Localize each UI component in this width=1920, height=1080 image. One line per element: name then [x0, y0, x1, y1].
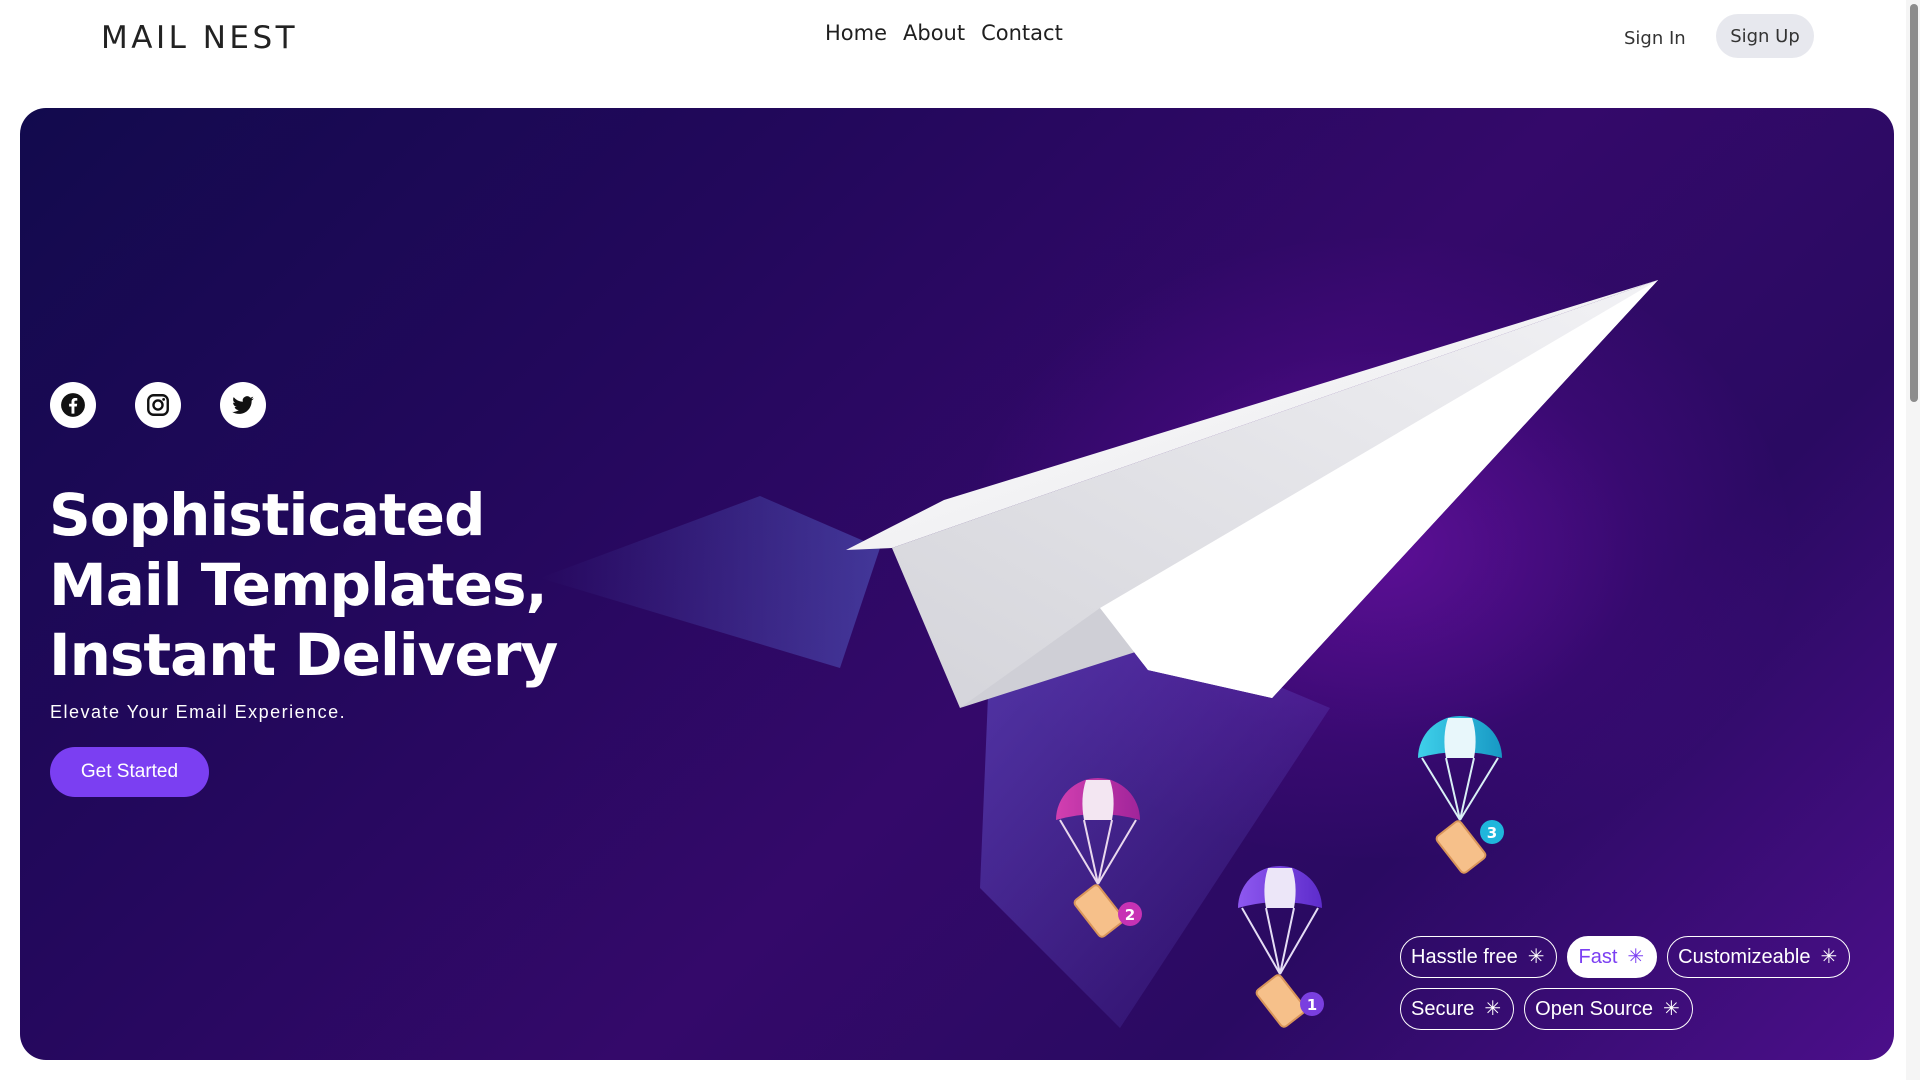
feature-tags: Hasstle free ✳ Fast ✳ Customizeable ✳ Se… [1400, 936, 1870, 1040]
parachute-icon [1418, 716, 1504, 874]
tag-customizeable[interactable]: Customizeable ✳ [1667, 936, 1851, 978]
social-links [50, 382, 266, 428]
hero-subtitle: Elevate Your Email Experience. [50, 702, 347, 722]
paper-plane-icon [846, 280, 1658, 708]
nav-contact[interactable]: Contact [981, 21, 1063, 45]
badge-1: 1 [1307, 996, 1317, 1014]
asterisk-icon: ✳ [1484, 998, 1502, 1020]
headline-line: Mail Templates, [49, 551, 548, 619]
logo[interactable]: MAIL NEST [101, 20, 298, 56]
instagram-icon [147, 394, 169, 416]
main-nav: Home About Contact [825, 21, 1063, 45]
site-header: MAIL NEST Home About Contact Sign In Sig… [0, 0, 1920, 106]
tag-row: Hasstle free ✳ Fast ✳ Customizeable ✳ [1400, 936, 1870, 978]
nav-home[interactable]: Home [825, 21, 887, 45]
asterisk-icon: ✳ [1663, 998, 1680, 1020]
tag-hasstle-free[interactable]: Hasstle free ✳ [1400, 936, 1558, 978]
tag-label: Hasstle free [1411, 945, 1518, 968]
headline-line: Instant Delivery [49, 621, 558, 689]
scrollbar-thumb[interactable] [1910, 4, 1918, 402]
tag-fast[interactable]: Fast ✳ [1567, 936, 1658, 978]
tag-label: Secure [1411, 997, 1475, 1020]
hero-headline: Sophisticated Mail Templates, Instant De… [49, 480, 669, 690]
sign-in-button[interactable]: Sign In [1600, 20, 1710, 58]
hero-section: 2 1 3 Sophisticated Mail Templates, Inst… [20, 108, 1894, 1060]
instagram-link[interactable] [135, 382, 181, 428]
page-scrollbar[interactable] [1906, 0, 1920, 1080]
tag-row: Secure ✳ Open Source ✳ [1400, 988, 1870, 1030]
asterisk-icon: ✳ [1820, 946, 1838, 968]
badge-3: 3 [1487, 824, 1497, 842]
tag-secure[interactable]: Secure ✳ [1400, 988, 1515, 1030]
asterisk-icon: ✳ [1527, 946, 1545, 968]
tag-label: Fast [1578, 945, 1618, 968]
nav-about[interactable]: About [903, 21, 965, 45]
twitter-icon [232, 396, 254, 414]
sign-up-button[interactable]: Sign Up [1716, 14, 1814, 58]
twitter-link[interactable] [220, 382, 266, 428]
facebook-icon [61, 393, 85, 417]
tag-label: Customizeable [1678, 945, 1811, 968]
badge-2: 2 [1125, 906, 1135, 924]
headline-line: Sophisticated [49, 481, 486, 549]
facebook-link[interactable] [50, 382, 96, 428]
tag-open-source[interactable]: Open Source ✳ [1524, 988, 1693, 1030]
tag-label: Open Source [1535, 997, 1653, 1020]
get-started-button[interactable]: Get Started [50, 747, 209, 797]
asterisk-icon: ✳ [1627, 946, 1645, 968]
